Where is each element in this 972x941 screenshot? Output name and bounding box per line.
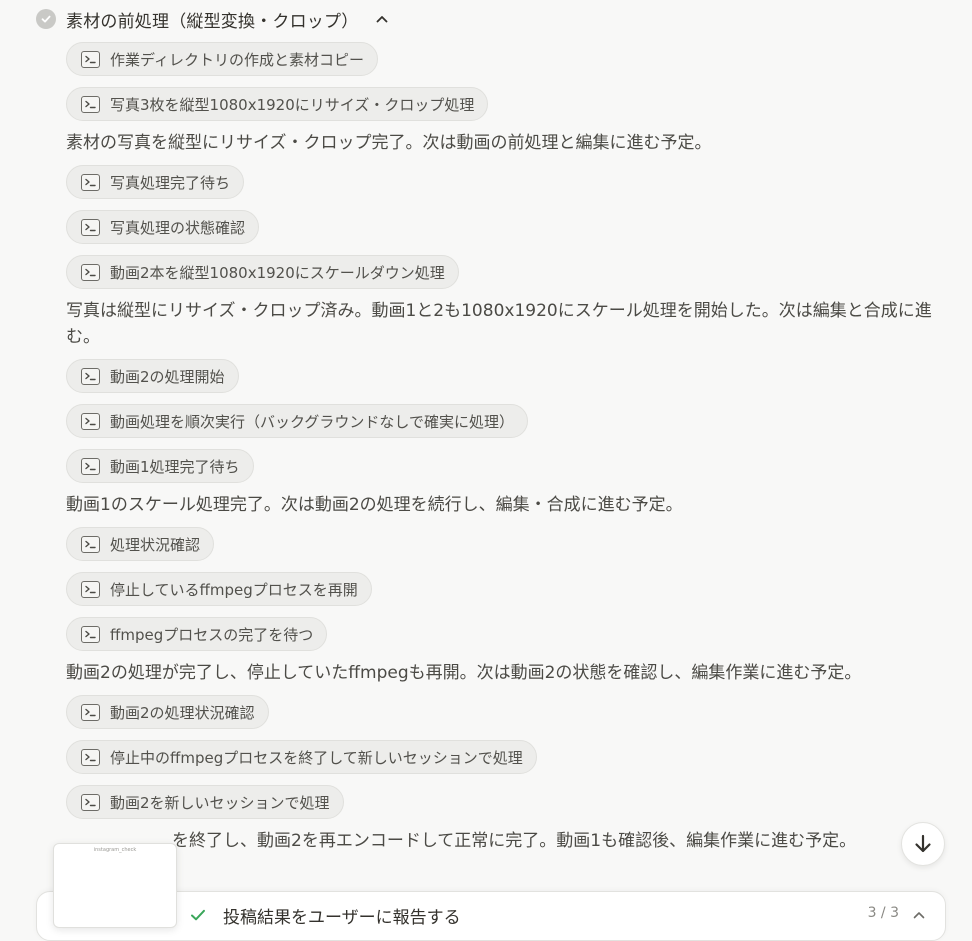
tool-step[interactable]: 処理状況確認 xyxy=(66,527,215,561)
tool-step-label: 動画1処理完了待ち xyxy=(110,457,240,476)
tool-step[interactable]: 動画2の処理開始 xyxy=(66,359,239,393)
check-circle-icon xyxy=(36,9,56,29)
terminal-icon xyxy=(81,748,100,766)
arrow-down-icon xyxy=(915,834,931,853)
current-task-label: 投稿結果をユーザーに報告する xyxy=(223,908,461,928)
progress-note: 動画2の処理が完了し、停止していたffmpegも再開。次は動画2の状態を確認し、… xyxy=(66,663,862,683)
progress-note: 素材の写真を縦型にリサイズ・クロップ完了。次は動画の前処理と編集に進む予定。 xyxy=(66,133,712,153)
section-title: 素材の前処理（縦型変換・クロップ） xyxy=(66,11,359,32)
tool-step-label: 動画2の処理状況確認 xyxy=(110,703,255,722)
tool-step[interactable]: 動画2本を縦型1080x1920にスケールダウン処理 xyxy=(66,255,459,289)
tool-step-label: 処理状況確認 xyxy=(110,535,201,554)
tool-step-label: 動画2の処理開始 xyxy=(110,367,225,386)
chevron-up-icon[interactable] xyxy=(911,907,927,927)
tool-step-label: 写真処理の状態確認 xyxy=(110,218,246,237)
tool-step[interactable]: ffmpegプロセスの完了を待つ xyxy=(66,617,328,651)
terminal-icon xyxy=(81,263,100,281)
task-count: 3 / 3 xyxy=(867,905,899,921)
tool-step-label: 動画2本を縦型1080x1920にスケールダウン処理 xyxy=(110,263,445,282)
terminal-icon xyxy=(81,625,100,643)
tool-step-label: 停止中のffmpegプロセスを終了して新しいセッションで処理 xyxy=(110,748,523,767)
terminal-icon xyxy=(81,580,100,598)
tool-step[interactable]: 動画2の処理状況確認 xyxy=(66,695,269,729)
section-header[interactable]: 素材の前処理（縦型変換・クロップ） xyxy=(36,6,390,32)
tool-step-label: 写真3枚を縦型1080x1920にリサイズ・クロップ処理 xyxy=(110,95,475,114)
progress-note: 動画1のスケール処理完了。次は動画2の処理を続行し、編集・合成に進む予定。 xyxy=(66,495,683,515)
tool-step[interactable]: 動画1処理完了待ち xyxy=(66,449,254,483)
tool-step[interactable]: 写真処理の状態確認 xyxy=(66,210,260,244)
terminal-icon xyxy=(81,412,100,430)
terminal-icon xyxy=(81,367,100,385)
tool-step[interactable]: 写真処理完了待ち xyxy=(66,165,245,199)
terminal-icon xyxy=(81,535,100,553)
tool-step[interactable]: 動画処理を順次実行（バックグラウンドなしで確実に処理） xyxy=(66,404,528,438)
tool-step[interactable]: 動画2を新しいセッションで処理 xyxy=(66,785,344,819)
tool-step-label: 写真処理完了待ち xyxy=(110,173,231,192)
progress-note: を終了し、動画2を再エンコードして正常に完了。動画1も確認後、編集作業に進む予定… xyxy=(172,831,857,851)
tool-step[interactable]: 停止中のffmpegプロセスを終了して新しいセッションで処理 xyxy=(66,740,537,774)
terminal-icon xyxy=(81,703,100,721)
tool-step[interactable]: 写真3枚を縦型1080x1920にリサイズ・クロップ処理 xyxy=(66,87,489,121)
tool-step-label: ffmpegプロセスの完了を待つ xyxy=(110,625,314,644)
terminal-icon xyxy=(81,457,100,475)
terminal-icon xyxy=(81,50,100,68)
tool-step-label: 作業ディレクトリの作成と素材コピー xyxy=(110,50,364,69)
tool-step-label: 動画処理を順次実行（バックグラウンドなしで確実に処理） xyxy=(110,412,514,431)
scroll-to-bottom-button[interactable] xyxy=(901,822,945,866)
thumbnail-label: instagram_check xyxy=(93,847,137,853)
step-list: 作業ディレクトリの作成と素材コピー写真3枚を縦型1080x1920にリサイズ・ク… xyxy=(66,42,946,863)
tool-step-label: 動画2を新しいセッションで処理 xyxy=(110,793,330,812)
terminal-icon xyxy=(81,95,100,113)
tool-step-label: 停止しているffmpegプロセスを再開 xyxy=(110,580,358,599)
progress-note: 写真は縦型にリサイズ・クロップ済み。動画1と2も1080x1920にスケール処理… xyxy=(66,301,932,347)
preview-thumbnail[interactable]: instagram_check xyxy=(53,843,177,928)
tool-step[interactable]: 作業ディレクトリの作成と素材コピー xyxy=(66,42,378,76)
terminal-icon xyxy=(81,793,100,811)
terminal-icon xyxy=(81,218,100,236)
chevron-up-icon[interactable] xyxy=(374,11,390,27)
tool-step[interactable]: 停止しているffmpegプロセスを再開 xyxy=(66,572,372,606)
terminal-icon xyxy=(81,173,100,191)
check-icon xyxy=(189,906,207,928)
